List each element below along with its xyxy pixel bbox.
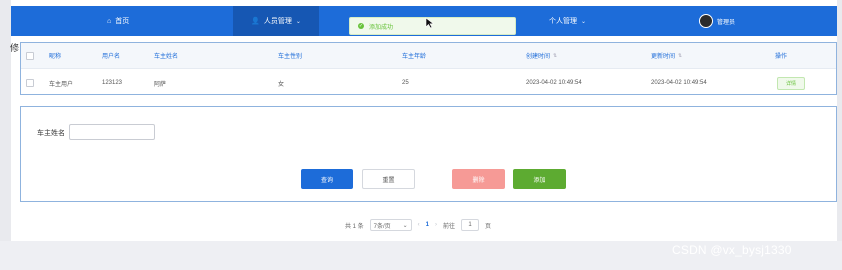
window-right-edge: [837, 0, 842, 270]
search-form: 车主姓名 查询 重置 删除 添加: [20, 106, 837, 202]
nav-item-home[interactable]: ⌂ 首页: [107, 6, 129, 36]
select-all-checkbox[interactable]: [26, 43, 34, 68]
row-checkbox[interactable]: [26, 71, 34, 95]
nav-item-people-management[interactable]: 👤 人员管理 ⌄: [233, 6, 319, 36]
user-name: 管理员: [717, 19, 736, 26]
nav-home-label: 首页: [115, 18, 130, 25]
owner-name-label: 车主姓名: [37, 130, 65, 137]
query-button[interactable]: 查询: [301, 169, 353, 189]
reset-button[interactable]: 重置: [362, 169, 415, 189]
page-size-value: 7条/页: [373, 223, 391, 230]
column-header-nickname: 昵称: [49, 54, 62, 60]
delete-button[interactable]: 删除: [452, 169, 505, 189]
avatar: [699, 14, 713, 28]
table-header-row: 昵称 用户名 车主姓名 车主性别 车主年龄 创建时间 ⇅ 更新时间 ⇅ 操作: [21, 43, 836, 69]
page-size-select[interactable]: 7条/页 ⌄: [369, 219, 412, 231]
column-header-owner-age: 车主年龄: [402, 54, 427, 60]
cell-created-time: 2023-04-02 10:49:54: [526, 80, 582, 86]
nav-people-label: 人员管理: [263, 18, 292, 25]
goto-page-input[interactable]: 1: [461, 219, 480, 231]
pagination: 共 1 条 7条/页 ⌄ ‹ 1 › 前往 1 页: [345, 218, 491, 232]
detail-button[interactable]: 详情: [777, 76, 806, 90]
column-header-owner-gender: 车主性别: [278, 54, 303, 60]
column-header-created-time[interactable]: 创建时间 ⇅: [526, 43, 557, 68]
user-icon: 👤: [251, 18, 260, 25]
add-button[interactable]: 添加: [513, 169, 566, 189]
cell-gender: 女: [278, 81, 285, 88]
user-menu[interactable]: 管理员: [699, 6, 735, 36]
chevron-down-icon: ⌄: [581, 18, 587, 25]
nav-item-personal-management[interactable]: 个人管理 ⌄: [549, 6, 586, 36]
mouse-cursor-icon: [425, 17, 435, 29]
current-page-number[interactable]: 1: [426, 222, 429, 228]
data-table: 昵称 用户名 车主姓名 车主性别 车主年龄 创建时间 ⇅ 更新时间 ⇅ 操作 车…: [20, 42, 837, 95]
column-header-owner-name: 车主姓名: [154, 54, 179, 60]
cell-age: 25: [402, 80, 409, 86]
prev-page-icon[interactable]: ‹: [418, 222, 420, 228]
next-page-icon[interactable]: ›: [435, 222, 437, 228]
pagination-total: 共 1 条: [345, 223, 364, 230]
goto-label: 前往: [443, 223, 456, 230]
watermark-text: CSDN @vx_bysj1330: [672, 243, 792, 257]
column-header-username: 用户名: [102, 54, 121, 60]
check-circle-icon: ✓: [358, 23, 364, 29]
sort-icon[interactable]: ⇅: [553, 53, 557, 59]
page-suffix: 页: [485, 223, 492, 230]
cell-username: 123123: [102, 80, 123, 86]
table-row: 车主用户 123123 阿萨 女 25 2023-04-02 10:49:54 …: [21, 71, 836, 95]
cell-nickname: 车主用户: [49, 81, 74, 88]
chevron-down-icon: ⌄: [295, 18, 301, 25]
sort-icon[interactable]: ⇅: [678, 53, 682, 59]
column-header-created-label: 创建时间: [526, 54, 551, 60]
home-icon: ⌂: [107, 17, 112, 25]
owner-name-input[interactable]: [69, 124, 155, 140]
column-header-actions: 操作: [775, 54, 788, 60]
sidebar-fragment-text: 修: [10, 43, 20, 53]
cell-owner-name: 阿萨: [154, 81, 167, 88]
chevron-down-icon: ⌄: [402, 222, 408, 229]
cell-actions: 详情: [777, 71, 806, 95]
nav-personal-label: 个人管理: [549, 18, 577, 25]
cell-updated-time: 2023-04-02 10:49:54: [651, 80, 707, 86]
toast-message: 添加成功: [369, 24, 394, 31]
column-header-updated-time[interactable]: 更新时间 ⇅: [651, 43, 682, 68]
column-header-updated-label: 更新时间: [651, 54, 676, 60]
